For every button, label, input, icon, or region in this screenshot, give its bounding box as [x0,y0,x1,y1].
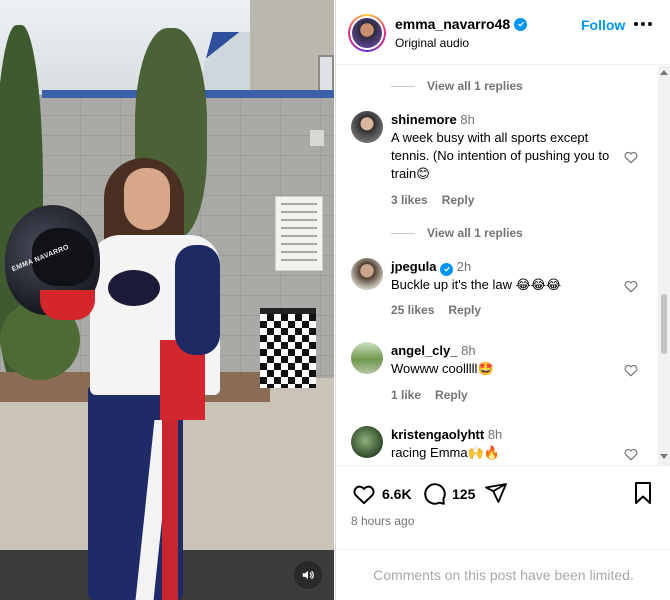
author-username[interactable]: emma_navarro48 [395,16,510,32]
comment-body: shinemore 8h A week busy with all sports… [391,111,621,183]
comment-username[interactable]: kristengaolyhtt [391,427,484,442]
comment-text: racing Emma🙌🔥 [391,445,500,460]
comment-count[interactable]: 125 [452,486,475,502]
post-media[interactable]: EMMA NAVARRO [0,0,334,600]
share-icon [485,483,507,503]
comment-icon [424,483,446,505]
comments-scrollbar[interactable] [658,66,670,465]
bookmark-icon [635,482,651,504]
comment-username[interactable]: jpegula [391,259,437,274]
save-button[interactable] [632,481,654,505]
media-person: EMMA NAVARRO [0,0,334,600]
comment-meta: 3 likes Reply [391,193,474,207]
heart-icon[interactable] [623,446,639,462]
comment-body: jpegula 2h Buckle up it's the law 😂😂😂 [391,258,621,294]
comment-avatar[interactable] [351,426,383,458]
comment-time: 8h [487,427,503,442]
comment-reply-button[interactable]: Reply [448,303,481,317]
scroll-down-arrow[interactable] [660,454,668,459]
person-logo-patch [108,270,160,306]
comment-button[interactable]: 125 [421,481,475,507]
comment-username[interactable]: angel_cly_ [391,343,458,358]
comment-avatar[interactable] [351,342,383,374]
comment-time: 8h [461,343,476,358]
comments-limited-notice: Comments on this post have been limited. [336,549,670,600]
author-username-row[interactable]: emma_navarro48 [395,16,528,32]
follow-button[interactable]: Follow [581,17,625,33]
verified-icon [440,262,454,276]
person-leg-red [162,420,178,600]
sound-icon [302,570,314,580]
comment-text: Wowww coolllll🤩 [391,361,494,376]
view-replies-button[interactable]: View all 1 replies [391,79,523,93]
post-time[interactable]: 8 hours ago [351,514,414,528]
comment-text: Buckle up it's the law 😂😂😂 [391,277,562,292]
comment-username[interactable]: shinemore [391,112,457,127]
comment-meta: 1 like Reply [391,388,468,402]
post-actions: 6.6K 125 8 hours ago [336,465,670,550]
person-arm [175,245,220,355]
verified-icon [514,17,528,31]
heart-icon[interactable] [623,278,639,294]
sound-button[interactable] [294,561,322,589]
comment-body: kristengaolyhtt 8h racing Emma🙌🔥 [391,426,621,462]
comment-reply-button[interactable]: Reply [442,193,475,207]
comment-likes[interactable]: 3 likes [391,193,428,207]
person-face [124,168,170,230]
like-count[interactable]: 6.6K [382,486,412,502]
more-icon[interactable] [634,22,652,26]
comment-time: 2h [456,259,472,274]
heart-icon[interactable] [623,149,639,165]
heart-icon [353,485,375,505]
author-avatar[interactable] [348,14,386,52]
view-replies-button[interactable]: View all 1 replies [391,226,523,240]
comment-text: A week busy with all sports except tenni… [391,130,610,181]
comment-likes[interactable]: 1 like [391,388,421,402]
comment-body: angel_cly_ 8h Wowww coolllll🤩 [391,342,621,378]
comment-likes[interactable]: 25 likes [391,303,434,317]
helmet-red-trim [40,290,95,320]
comment-time: 8h [460,112,475,127]
comment-meta: 25 likes Reply [391,303,481,317]
like-button[interactable]: 6.6K [351,481,412,507]
share-button[interactable] [484,481,508,505]
comment-reply-button[interactable]: Reply [435,388,468,402]
comments-list: View all 1 replies shinemore 8h A week b… [336,66,658,465]
comment-avatar[interactable] [351,111,383,143]
scroll-up-arrow[interactable] [660,70,668,75]
post-header: emma_navarro48 Original audio Follow [336,0,670,65]
audio-label[interactable]: Original audio [395,36,469,50]
comment-avatar[interactable] [351,258,383,290]
heart-icon[interactable] [623,362,639,378]
scroll-thumb[interactable] [661,294,667,354]
post-side-panel: emma_navarro48 Original audio Follow Vie… [335,0,670,600]
